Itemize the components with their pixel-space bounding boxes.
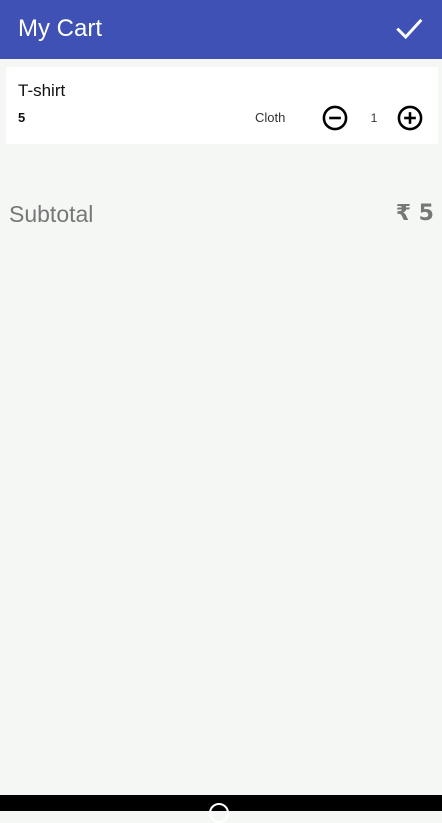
subtotal-label: Subtotal bbox=[9, 201, 94, 227]
item-name: T-shirt bbox=[18, 81, 66, 100]
minus-circle-icon bbox=[322, 105, 348, 131]
increase-quantity-button[interactable] bbox=[395, 103, 425, 133]
cart-item: T-shirt 5 Cloth 1 bbox=[6, 67, 438, 144]
decrease-quantity-button[interactable] bbox=[320, 103, 350, 133]
home-icon[interactable] bbox=[209, 803, 229, 823]
subtotal-value: ₹ 5 bbox=[395, 201, 434, 226]
check-icon bbox=[396, 18, 423, 40]
plus-circle-icon bbox=[397, 105, 423, 131]
item-price: 5 bbox=[18, 110, 26, 125]
confirm-button[interactable] bbox=[388, 8, 430, 50]
quantity-value: 1 bbox=[370, 111, 378, 125]
item-category: Cloth bbox=[255, 110, 286, 125]
app-bar: My Cart bbox=[0, 0, 442, 59]
system-nav-bar bbox=[0, 795, 442, 823]
page-title: My Cart bbox=[18, 15, 102, 42]
